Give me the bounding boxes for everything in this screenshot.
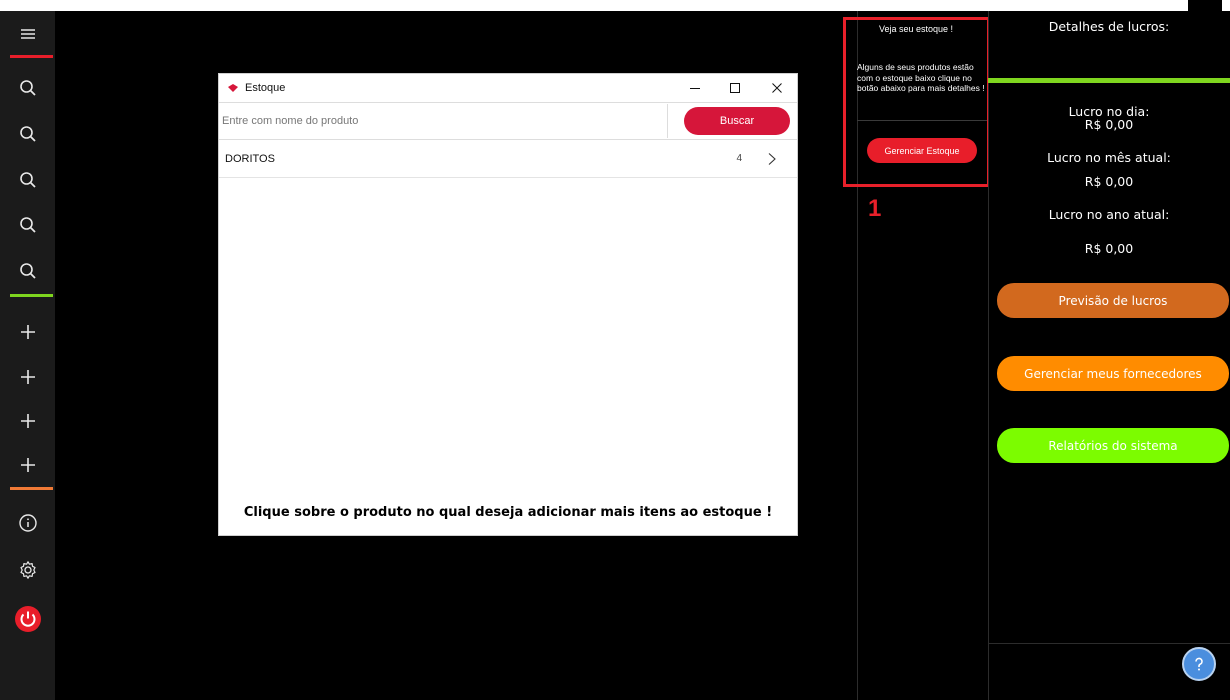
minimize-button[interactable] (677, 74, 713, 101)
product-search-input[interactable] (220, 104, 668, 138)
rail-separator-orange (10, 487, 53, 490)
search-icon (19, 126, 36, 142)
search-icon (19, 263, 36, 279)
search-button-3[interactable] (0, 160, 55, 200)
lucro-ano-label: Lucro no ano atual: (1048, 207, 1170, 222)
app-icon (228, 83, 238, 92)
add-button-2[interactable] (0, 357, 55, 397)
annotation-number: 1 (868, 195, 882, 222)
hamburger-icon (20, 29, 35, 39)
plus-icon (20, 414, 35, 428)
chevron-right-icon (768, 153, 776, 165)
lucro-mes-value: R$ 0,00 (1084, 174, 1134, 189)
estoque-window: Estoque Buscar DORITOS 4 Clique sobre o … (218, 73, 798, 536)
plus-icon (20, 370, 35, 384)
search-button-2[interactable] (0, 114, 55, 154)
add-button-1[interactable] (0, 312, 55, 352)
add-button-3[interactable] (0, 401, 55, 441)
product-name: DORITOS (225, 152, 275, 165)
relatorios-sistema-button[interactable]: Relatórios do sistema (997, 428, 1229, 463)
window-title: Estoque (245, 81, 286, 94)
plus-icon (20, 458, 35, 472)
product-quantity: 4 (736, 153, 742, 164)
plus-icon (20, 325, 35, 339)
left-nav-rail (0, 11, 55, 700)
help-button[interactable] (1182, 647, 1216, 681)
help-icon (1195, 657, 1203, 671)
close-button[interactable] (759, 74, 795, 101)
buscar-button[interactable]: Buscar (684, 107, 790, 135)
instruction-text: Clique sobre o produto no qual deseja ad… (243, 505, 773, 520)
search-icon (19, 217, 36, 233)
lucro-mes-label: Lucro no mês atual: (1047, 150, 1171, 165)
profit-bottom-divider (988, 643, 1230, 644)
maximize-icon (730, 82, 740, 93)
lucro-ano-value: R$ 0,00 (1084, 241, 1134, 256)
lucro-dia-value: R$ 0,00 (1084, 117, 1134, 132)
power-icon (14, 606, 41, 632)
power-button[interactable] (0, 599, 55, 639)
search-button-4[interactable] (0, 205, 55, 245)
menu-button[interactable] (0, 14, 55, 54)
search-icon (19, 172, 36, 188)
search-button-1[interactable] (0, 68, 55, 108)
profit-accent-bar (988, 78, 1230, 83)
product-list-item[interactable]: DORITOS 4 (219, 140, 797, 178)
rail-separator-red (10, 55, 53, 58)
window-titlebar[interactable]: Estoque (219, 74, 797, 101)
rail-separator-green (10, 294, 53, 297)
profit-heading: Detalhes de lucros: (1048, 19, 1170, 34)
minimize-icon (690, 87, 700, 89)
gear-icon (19, 561, 36, 579)
info-icon (18, 514, 37, 532)
info-button[interactable] (0, 503, 55, 543)
highlight-box (843, 17, 990, 187)
add-button-4[interactable] (0, 445, 55, 485)
previsao-lucros-button[interactable]: Previsão de lucros (997, 283, 1229, 318)
settings-button[interactable] (0, 550, 55, 590)
search-button-5[interactable] (0, 251, 55, 291)
maximize-button[interactable] (717, 74, 753, 101)
close-icon (772, 82, 782, 93)
search-row: Buscar (219, 102, 797, 140)
gerenciar-fornecedores-button[interactable]: Gerenciar meus fornecedores (997, 356, 1229, 391)
search-icon (19, 80, 36, 96)
